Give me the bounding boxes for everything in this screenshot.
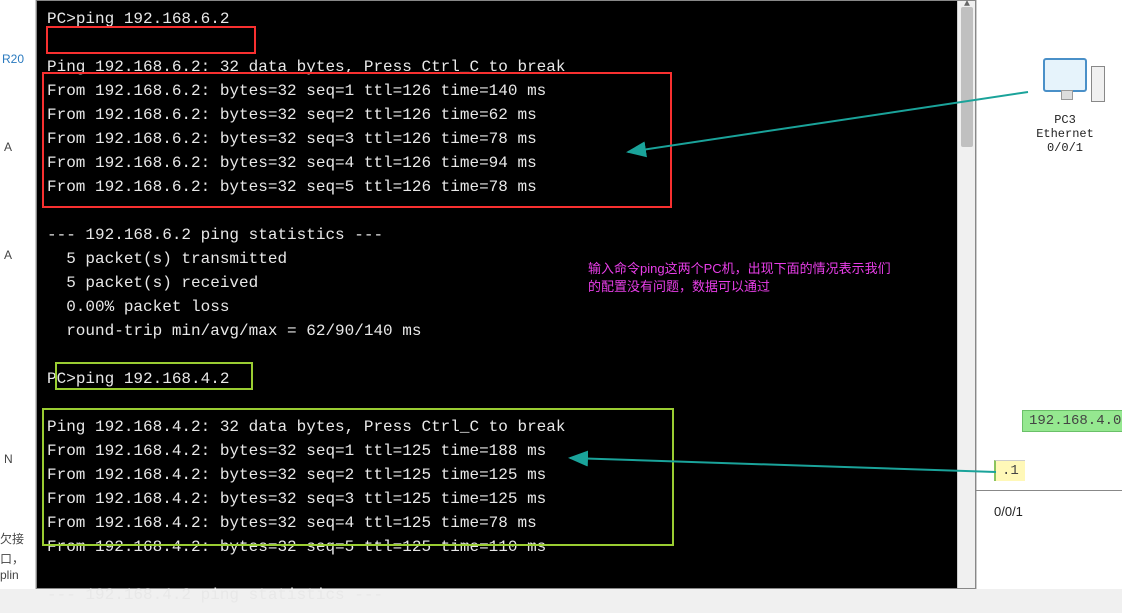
ping2-line-1: From 192.168.4.2: bytes=32 seq=1 ttl=125… <box>47 442 546 460</box>
plin-label: plin <box>0 568 19 582</box>
stats1-rx: 5 packet(s) received <box>47 274 258 292</box>
blank-5 <box>47 562 57 580</box>
xj-label: 欠接 <box>0 530 24 547</box>
bottom-interface-label: 0/0/1 <box>994 504 1023 519</box>
r20-label: R20 <box>2 52 24 66</box>
stats1-rt: round-trip min/avg/max = 62/90/140 ms <box>47 322 421 340</box>
ping1-line-5: From 192.168.6.2: bytes=32 seq=5 ttl=126… <box>47 178 537 196</box>
pc-monitor-icon <box>1043 58 1087 92</box>
scroll-thumb[interactable] <box>961 7 973 147</box>
ping1-line-4: From 192.168.6.2: bytes=32 seq=4 ttl=126… <box>47 154 537 172</box>
ip-fragment: .1 <box>994 460 1025 481</box>
pc3-interface: Ethernet 0/0/1 <box>1030 127 1100 155</box>
ping2-header: Ping 192.168.4.2: 32 data bytes, Press C… <box>47 418 565 436</box>
pc3-node[interactable]: PC3 Ethernet 0/0/1 <box>1030 58 1100 155</box>
stats1-tx: 5 packet(s) transmitted <box>47 250 287 268</box>
q-label: 口， <box>0 550 24 567</box>
stats1-title: --- 192.168.6.2 ping statistics --- <box>47 226 383 244</box>
ping1-line-1: From 192.168.6.2: bytes=32 seq=1 ttl=126… <box>47 82 546 100</box>
prompt-1: PC> <box>47 10 76 28</box>
blank-4 <box>47 394 57 412</box>
topology-link-line <box>976 490 1122 491</box>
ping1-line-2: From 192.168.6.2: bytes=32 seq=2 ttl=126… <box>47 106 537 124</box>
left-edge-panel: R20 A A N 欠接 口， plin <box>0 0 36 589</box>
ping2-line-4: From 192.168.4.2: bytes=32 seq=4 ttl=125… <box>47 514 537 532</box>
ping2-line-2: From 192.168.4.2: bytes=32 seq=2 ttl=125… <box>47 466 546 484</box>
subnet-badge-green[interactable]: 192.168.4.0 <box>1022 410 1122 432</box>
terminal-content[interactable]: PC>ping 192.168.6.2 Ping 192.168.6.2: 32… <box>37 1 975 613</box>
cmd-2: ping 192.168.4.2 <box>76 370 230 388</box>
n-label: N <box>4 452 13 466</box>
terminal-scrollbar[interactable]: ▲ <box>957 1 975 588</box>
blank-2 <box>47 202 57 220</box>
annotation-text: 输入命令ping这两个PC机，出现下面的情况表示我们的配置没有问题，数据可以通过 <box>588 260 898 296</box>
pc3-label: PC3 <box>1030 113 1100 127</box>
cmd-1: ping 192.168.6.2 <box>76 10 230 28</box>
blank-3 <box>47 346 57 364</box>
prompt-2: PC> <box>47 370 76 388</box>
ping2-line-3: From 192.168.4.2: bytes=32 seq=3 ttl=125… <box>47 490 546 508</box>
ping2-line-5: From 192.168.4.2: bytes=32 seq=5 ttl=125… <box>47 538 546 556</box>
stats1-loss: 0.00% packet loss <box>47 298 229 316</box>
a-label-1: A <box>4 140 12 154</box>
ping1-line-3: From 192.168.6.2: bytes=32 seq=3 ttl=126… <box>47 130 537 148</box>
blank-1 <box>47 34 57 52</box>
ping1-header: Ping 192.168.6.2: 32 data bytes, Press C… <box>47 58 565 76</box>
a-label-2: A <box>4 248 12 262</box>
pc-tower-icon <box>1091 66 1105 102</box>
